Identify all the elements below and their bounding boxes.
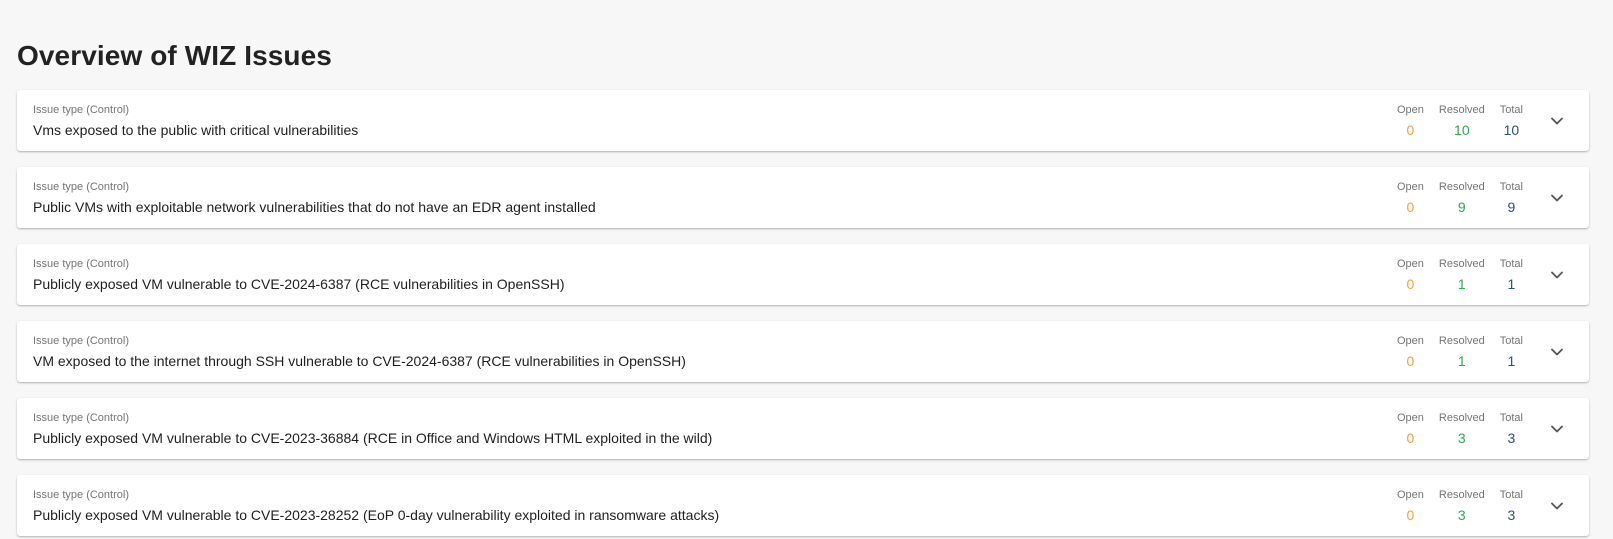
issue-info: Issue type (Control) VM exposed to the i… <box>33 334 1382 370</box>
stat-total-value: 10 <box>1503 121 1520 138</box>
issue-title: Publicly exposed VM vulnerable to CVE-20… <box>33 506 720 523</box>
chevron-down-icon <box>1551 425 1563 432</box>
issue-card[interactable]: Issue type (Control) Publicly exposed VM… <box>17 475 1589 536</box>
issue-info: Issue type (Control) Publicly exposed VM… <box>33 411 1382 447</box>
expand-button[interactable] <box>1545 494 1569 518</box>
issues-list: Issue type (Control) Vms exposed to the … <box>17 90 1589 539</box>
stat-total-value: 3 <box>1507 429 1516 446</box>
stat-total: Total 1 <box>1500 334 1523 370</box>
issue-title: Vms exposed to the public with critical … <box>33 121 359 138</box>
issue-type-label: Issue type (Control) <box>33 257 129 270</box>
stat-open: Open 0 <box>1397 411 1424 447</box>
issue-info: Issue type (Control) Publicly exposed VM… <box>33 257 1382 293</box>
issue-title: Public VMs with exploitable network vuln… <box>33 198 596 215</box>
stat-resolved-value: 10 <box>1454 121 1470 138</box>
stat-open-label: Open <box>1396 180 1424 193</box>
stat-total: Total 3 <box>1500 488 1523 524</box>
issue-stats: Open 0 Resolved 3 Total 3 <box>1382 411 1523 447</box>
stat-total-value: 1 <box>1507 352 1516 369</box>
stat-resolved-value: 9 <box>1457 198 1466 215</box>
stat-open: Open 0 <box>1397 180 1424 216</box>
issue-title: Publicly exposed VM vulnerable to CVE-20… <box>33 275 565 292</box>
stat-resolved-label: Resolved <box>1438 488 1485 501</box>
expand-button[interactable] <box>1545 340 1569 364</box>
issue-stats: Open 0 Resolved 10 Total 10 <box>1382 103 1523 139</box>
stat-resolved: Resolved 1 <box>1439 334 1485 370</box>
stat-resolved-value: 1 <box>1457 352 1466 369</box>
chevron-down-icon <box>1551 194 1563 201</box>
stat-total: Total 10 <box>1500 103 1523 139</box>
expand-button[interactable] <box>1545 417 1569 441</box>
expand-button[interactable] <box>1545 263 1569 287</box>
stat-resolved-value: 3 <box>1457 429 1466 446</box>
expand-button[interactable] <box>1545 109 1569 133</box>
stat-total-value: 3 <box>1507 506 1516 523</box>
issue-stats: Open 0 Resolved 1 Total 1 <box>1382 334 1523 370</box>
stat-open-value: 0 <box>1406 352 1415 369</box>
stat-total-label: Total <box>1499 334 1523 347</box>
issue-type-label: Issue type (Control) <box>33 103 129 116</box>
stat-total-label: Total <box>1499 411 1523 424</box>
stat-open-value: 0 <box>1406 198 1415 215</box>
chevron-down-icon <box>1551 117 1563 124</box>
issue-stats: Open 0 Resolved 1 Total 1 <box>1382 257 1523 293</box>
stat-resolved-label: Resolved <box>1438 334 1485 347</box>
stat-resolved-value: 1 <box>1457 275 1466 292</box>
stat-open-label: Open <box>1396 103 1424 116</box>
stat-resolved: Resolved 9 <box>1439 180 1485 216</box>
stat-total-value: 9 <box>1507 198 1516 215</box>
stat-resolved-value: 3 <box>1457 506 1466 523</box>
stat-open-label: Open <box>1396 411 1424 424</box>
stat-open: Open 0 <box>1397 488 1424 524</box>
stat-total-label: Total <box>1499 257 1523 270</box>
issue-type-label: Issue type (Control) <box>33 180 129 193</box>
stat-total: Total 1 <box>1500 257 1523 293</box>
issue-info: Issue type (Control) Publicly exposed VM… <box>33 488 1382 524</box>
issue-stats: Open 0 Resolved 3 Total 3 <box>1382 488 1523 524</box>
page: Overview of WIZ Issues Issue type (Contr… <box>0 0 1613 539</box>
stat-open: Open 0 <box>1397 257 1424 293</box>
issue-card[interactable]: Issue type (Control) Publicly exposed VM… <box>17 398 1589 459</box>
stat-open-label: Open <box>1396 257 1424 270</box>
stat-total-label: Total <box>1499 180 1523 193</box>
issue-info: Issue type (Control) Public VMs with exp… <box>33 180 1382 216</box>
chevron-down-icon <box>1551 271 1563 278</box>
issue-card[interactable]: Issue type (Control) VM exposed to the i… <box>17 321 1589 382</box>
issue-card[interactable]: Issue type (Control) Publicly exposed VM… <box>17 244 1589 305</box>
stat-resolved: Resolved 3 <box>1439 488 1485 524</box>
issue-info: Issue type (Control) Vms exposed to the … <box>33 103 1382 139</box>
issue-card[interactable]: Issue type (Control) Public VMs with exp… <box>17 167 1589 228</box>
stat-total-label: Total <box>1499 488 1523 501</box>
stat-total: Total 3 <box>1500 411 1523 447</box>
issue-type-label: Issue type (Control) <box>33 411 129 424</box>
issue-title: Publicly exposed VM vulnerable to CVE-20… <box>33 429 713 446</box>
stat-resolved: Resolved 10 <box>1439 103 1485 139</box>
stat-resolved-label: Resolved <box>1438 103 1485 116</box>
issue-type-label: Issue type (Control) <box>33 488 129 501</box>
stat-open-value: 0 <box>1406 429 1415 446</box>
stat-open-label: Open <box>1396 334 1424 347</box>
stat-resolved-label: Resolved <box>1438 411 1485 424</box>
page-title: Overview of WIZ Issues <box>17 40 332 71</box>
stat-open-value: 0 <box>1406 275 1415 292</box>
stat-open-value: 0 <box>1406 506 1415 523</box>
expand-button[interactable] <box>1545 186 1569 210</box>
issue-title: VM exposed to the internet through SSH v… <box>33 352 686 369</box>
stat-open: Open 0 <box>1397 334 1424 370</box>
stat-open-value: 0 <box>1406 121 1415 138</box>
stat-open-label: Open <box>1396 488 1424 501</box>
stat-open: Open 0 <box>1397 103 1424 139</box>
issue-card[interactable]: Issue type (Control) Vms exposed to the … <box>17 90 1589 151</box>
chevron-down-icon <box>1551 348 1563 355</box>
stat-total-label: Total <box>1499 103 1523 116</box>
stat-resolved-label: Resolved <box>1438 180 1485 193</box>
stat-total: Total 9 <box>1500 180 1523 216</box>
issue-stats: Open 0 Resolved 9 Total 9 <box>1382 180 1523 216</box>
issue-type-label: Issue type (Control) <box>33 334 129 347</box>
stat-resolved: Resolved 1 <box>1439 257 1485 293</box>
stat-total-value: 1 <box>1507 275 1516 292</box>
stat-resolved-label: Resolved <box>1438 257 1485 270</box>
stat-resolved: Resolved 3 <box>1439 411 1485 447</box>
chevron-down-icon <box>1551 502 1563 509</box>
